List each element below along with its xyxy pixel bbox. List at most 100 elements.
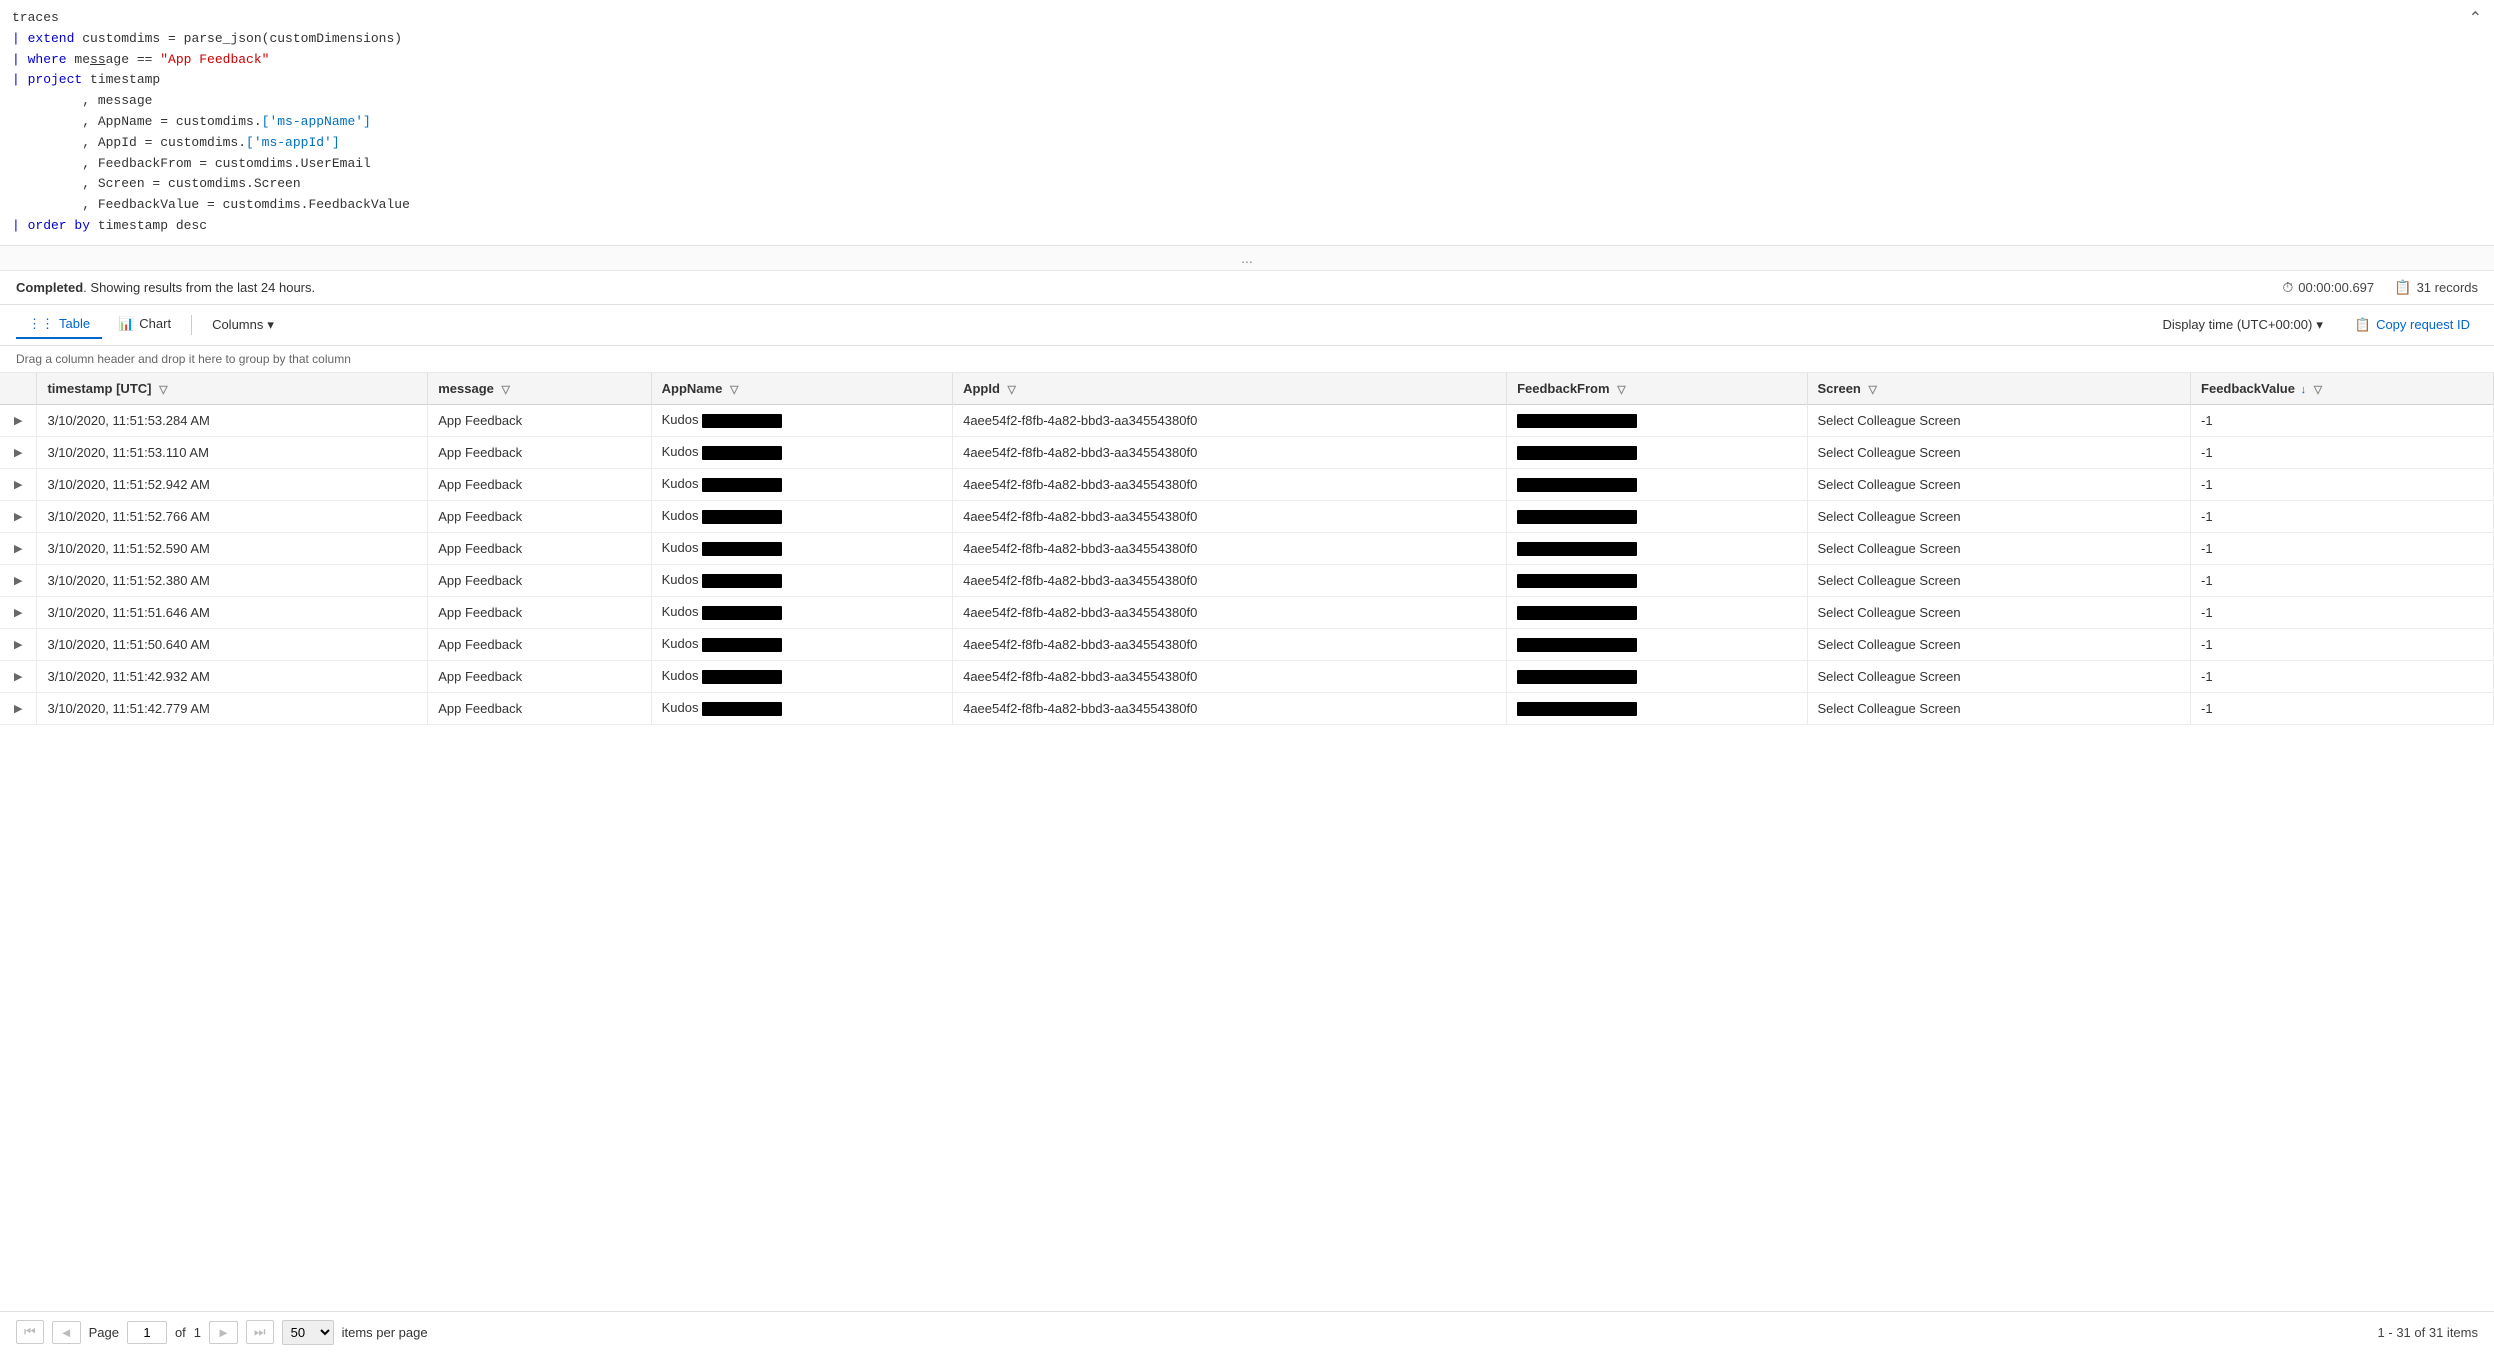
- appname-redacted: [702, 542, 782, 556]
- timestamp-cell: 3/10/2020, 11:51:52.590 AM: [37, 532, 428, 564]
- expand-row-button[interactable]: ▶: [10, 572, 26, 589]
- appid-cell: 4aee54f2-f8fb-4a82-bbd3-aa34554380f0: [953, 628, 1507, 660]
- chevron-down-icon: ▾: [267, 317, 274, 333]
- feedbackvalue-cell: -1: [2191, 692, 2494, 724]
- timestamp-filter-icon[interactable]: ▽: [159, 383, 167, 396]
- feedbackfrom-cell: [1507, 660, 1807, 692]
- appid-cell: 4aee54f2-f8fb-4a82-bbd3-aa34554380f0: [953, 500, 1507, 532]
- page-input[interactable]: [127, 1321, 167, 1344]
- screen-cell: Select Colleague Screen: [1807, 692, 2191, 724]
- appname-cell: Kudos: [651, 500, 952, 532]
- screen-cell: Select Colleague Screen: [1807, 468, 2191, 500]
- appid-filter-icon[interactable]: ▽: [1008, 383, 1016, 396]
- expand-cell[interactable]: ▶: [0, 500, 37, 532]
- expand-cell[interactable]: ▶: [0, 692, 37, 724]
- screen-cell: Select Colleague Screen: [1807, 404, 2191, 436]
- expand-cell[interactable]: ▶: [0, 628, 37, 660]
- appid-cell: 4aee54f2-f8fb-4a82-bbd3-aa34554380f0: [953, 532, 1507, 564]
- table-row: ▶ 3/10/2020, 11:51:52.590 AM App Feedbac…: [0, 532, 2494, 564]
- last-page-button[interactable]: ⏭: [246, 1320, 274, 1344]
- columns-label: Columns: [212, 317, 263, 332]
- appname-filter-icon[interactable]: ▽: [730, 383, 738, 396]
- query-editor[interactable]: traces | extend customdims = parse_json(…: [0, 0, 2494, 246]
- feedbackfrom-redacted: [1517, 446, 1637, 460]
- col-appname[interactable]: AppName ▽: [651, 373, 952, 405]
- results-header: Completed. Showing results from the last…: [0, 271, 2494, 305]
- col-feedbackvalue[interactable]: FeedbackValue ↓ ▽: [2191, 373, 2494, 405]
- expand-row-button[interactable]: ▶: [10, 540, 26, 557]
- page-label: Page: [89, 1325, 119, 1340]
- feedbackvalue-cell: -1: [2191, 564, 2494, 596]
- copy-request-button[interactable]: 📋 Copy request ID: [2347, 313, 2478, 337]
- screen-cell: Select Colleague Screen: [1807, 564, 2191, 596]
- screen-cell: Select Colleague Screen: [1807, 628, 2191, 660]
- prev-page-button[interactable]: ◄: [52, 1321, 81, 1344]
- expand-row-button[interactable]: ▶: [10, 476, 26, 493]
- feedbackfrom-redacted: [1517, 414, 1637, 428]
- expand-cell[interactable]: ▶: [0, 468, 37, 500]
- feedbackvalue-filter-icon[interactable]: ▽: [2314, 383, 2322, 396]
- appid-cell: 4aee54f2-f8fb-4a82-bbd3-aa34554380f0: [953, 660, 1507, 692]
- col-message[interactable]: message ▽: [428, 373, 651, 405]
- query-line-5: , message: [12, 91, 2482, 112]
- table-row: ▶ 3/10/2020, 11:51:53.110 AM App Feedbac…: [0, 436, 2494, 468]
- appname-cell: Kudos: [651, 692, 952, 724]
- query-line-4: | project timestamp: [12, 70, 2482, 91]
- col-appname-label: AppName: [662, 381, 723, 396]
- table-tab-label: Table: [59, 316, 90, 331]
- expand-row-button[interactable]: ▶: [10, 412, 26, 429]
- col-screen[interactable]: Screen ▽: [1807, 373, 2191, 405]
- query-line-3: | where message == "App Feedback": [12, 50, 2482, 71]
- tab-table[interactable]: ⋮⋮ Table: [16, 311, 102, 339]
- col-message-label: message: [438, 381, 494, 396]
- expand-row-button[interactable]: ▶: [10, 700, 26, 717]
- chart-tab-label: Chart: [139, 316, 171, 331]
- appname-cell: Kudos: [651, 404, 952, 436]
- col-feedbackvalue-label: FeedbackValue: [2201, 381, 2295, 396]
- collapse-button[interactable]: ⌃: [2469, 8, 2482, 28]
- expand-row-button[interactable]: ▶: [10, 604, 26, 621]
- screen-cell: Select Colleague Screen: [1807, 532, 2191, 564]
- expand-cell[interactable]: ▶: [0, 660, 37, 692]
- expand-row-button[interactable]: ▶: [10, 668, 26, 685]
- col-feedbackfrom[interactable]: FeedbackFrom ▽: [1507, 373, 1807, 405]
- message-cell: App Feedback: [428, 564, 651, 596]
- message-filter-icon[interactable]: ▽: [502, 383, 510, 396]
- display-time-button[interactable]: Display time (UTC+00:00) ▾: [2154, 313, 2330, 337]
- expand-cell[interactable]: ▶: [0, 532, 37, 564]
- message-cell: App Feedback: [428, 660, 651, 692]
- expand-cell[interactable]: ▶: [0, 596, 37, 628]
- timestamp-cell: 3/10/2020, 11:51:42.932 AM: [37, 660, 428, 692]
- feedbackfrom-filter-icon[interactable]: ▽: [1617, 383, 1625, 396]
- expand-row-button[interactable]: ▶: [10, 444, 26, 461]
- expand-cell[interactable]: ▶: [0, 404, 37, 436]
- screen-cell: Select Colleague Screen: [1807, 500, 2191, 532]
- feedbackvalue-sort-icon[interactable]: ↓: [2301, 384, 2307, 396]
- pagination-left: ⏮ ◄ Page of 1 ► ⏭ 10 25 50 100 200 items…: [16, 1320, 428, 1345]
- appname-cell: Kudos: [651, 436, 952, 468]
- table-row: ▶ 3/10/2020, 11:51:42.779 AM App Feedbac…: [0, 692, 2494, 724]
- expand-cell[interactable]: ▶: [0, 436, 37, 468]
- columns-button[interactable]: Columns ▾: [200, 312, 286, 338]
- results-meta: ⏱ 00:00:00.697 📋 31 records: [2282, 279, 2478, 296]
- next-page-button[interactable]: ►: [209, 1321, 238, 1344]
- expand-row-button[interactable]: ▶: [10, 508, 26, 525]
- col-timestamp[interactable]: timestamp [UTC] ▽: [37, 373, 428, 405]
- screen-filter-icon[interactable]: ▽: [1869, 383, 1877, 396]
- col-appid[interactable]: AppId ▽: [953, 373, 1507, 405]
- expand-cell[interactable]: ▶: [0, 564, 37, 596]
- appname-redacted: [702, 478, 782, 492]
- first-page-button[interactable]: ⏮: [16, 1320, 44, 1344]
- appname-redacted: [702, 510, 782, 524]
- appname-cell: Kudos: [651, 564, 952, 596]
- expand-row-button[interactable]: ▶: [10, 636, 26, 653]
- message-cell: App Feedback: [428, 628, 651, 660]
- appname-redacted: [702, 638, 782, 652]
- tab-chart[interactable]: 📊 Chart: [106, 311, 183, 339]
- per-page-select[interactable]: 10 25 50 100 200: [282, 1320, 334, 1345]
- feedbackfrom-cell: [1507, 532, 1807, 564]
- results-table-wrap[interactable]: timestamp [UTC] ▽ message ▽ AppName ▽ Ap…: [0, 373, 2494, 1311]
- message-cell: App Feedback: [428, 596, 651, 628]
- records-count: 31 records: [2417, 280, 2478, 295]
- table-row: ▶ 3/10/2020, 11:51:53.284 AM App Feedbac…: [0, 404, 2494, 436]
